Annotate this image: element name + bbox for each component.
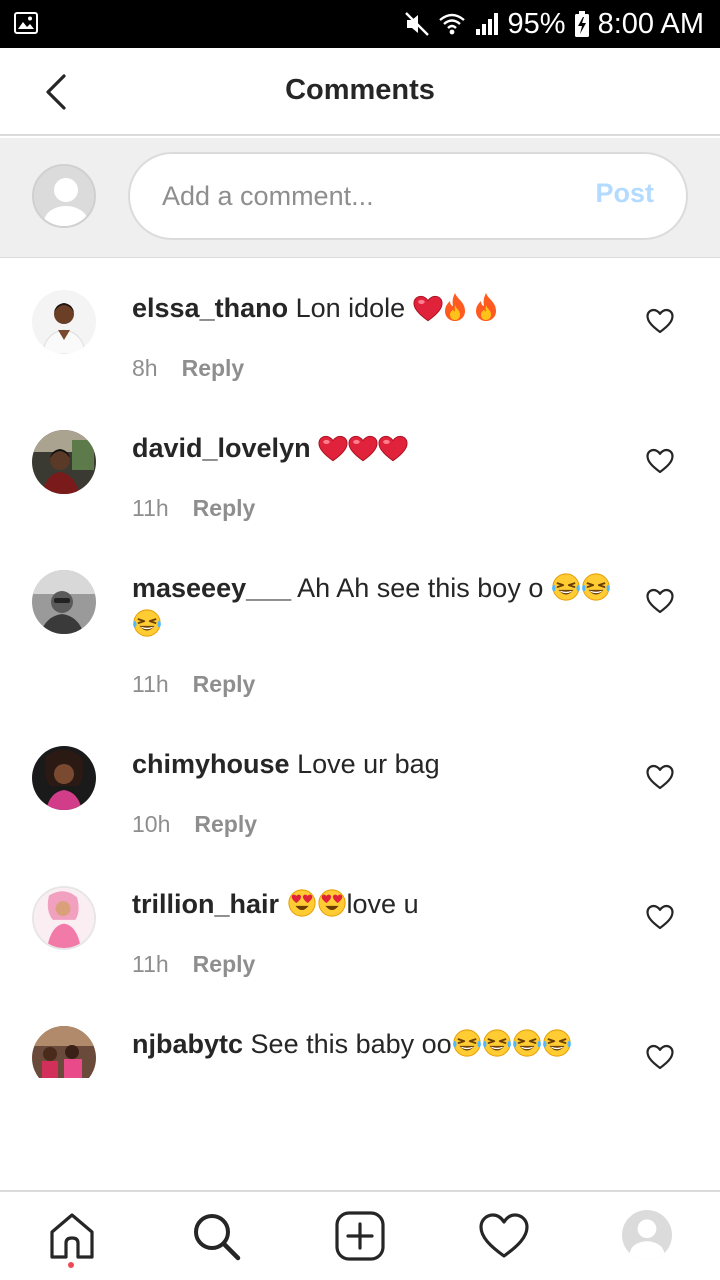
clock: 8:00 AM — [597, 7, 704, 40]
comment-time: 11h — [132, 951, 169, 977]
header-bar: Comments — [0, 48, 720, 136]
heart-eyes-emoji — [317, 888, 347, 918]
signal-icon — [475, 13, 498, 35]
comment-message: Lon idole — [295, 293, 406, 323]
comment-item: njbabytc See this baby oo — [0, 996, 720, 1078]
comment-meta: 11h Reply — [132, 495, 255, 522]
gallery-notification-icon — [14, 12, 38, 34]
heart-emoji — [413, 295, 443, 322]
comment-time: 10h — [132, 811, 171, 837]
heart-emoji — [378, 435, 408, 462]
comment-username[interactable]: njbabytc — [132, 1029, 243, 1059]
activity-heart-icon[interactable] — [478, 1210, 530, 1262]
reply-button[interactable]: Reply — [193, 671, 256, 698]
comment-meta: 8h Reply — [132, 355, 244, 382]
fire-emoji — [443, 292, 467, 322]
comment-username[interactable]: chimyhouse — [132, 749, 290, 779]
my-avatar — [32, 164, 96, 228]
avatar[interactable] — [32, 430, 96, 494]
tears-of-joy-emoji — [452, 1028, 482, 1058]
add-post-icon[interactable] — [334, 1210, 386, 1262]
comment-text: maseeey___ Ah Ah see this boy o — [132, 570, 622, 642]
avatar[interactable] — [32, 570, 96, 634]
page-title: Comments — [285, 74, 435, 106]
tears-of-joy-emoji — [482, 1028, 512, 1058]
comment-composer: Post — [0, 138, 720, 258]
comment-username[interactable]: david_lovelyn — [132, 433, 311, 463]
tears-of-joy-emoji — [581, 572, 611, 602]
heart-emoji — [318, 435, 348, 462]
comment-input[interactable] — [162, 174, 562, 218]
comment-box: Post — [128, 152, 688, 240]
battery-percent: 95% — [507, 7, 566, 40]
comment-meta: 10h Reply — [132, 811, 257, 838]
comment-text: elssa_thano Lon idole — [132, 290, 622, 326]
comment-username[interactable]: elssa_thano — [132, 293, 288, 323]
profile-avatar[interactable] — [622, 1210, 672, 1260]
comment-text: david_lovelyn — [132, 430, 622, 466]
reply-button[interactable]: Reply — [193, 951, 256, 978]
comment-time: 11h — [132, 671, 169, 697]
reply-button[interactable]: Reply — [193, 495, 256, 522]
like-heart-icon[interactable] — [646, 1044, 674, 1070]
tears-of-joy-emoji — [132, 608, 162, 638]
battery-charging-icon — [574, 11, 589, 37]
search-icon[interactable] — [190, 1210, 242, 1262]
heart-emoji — [348, 435, 378, 462]
status-bar: 95% 8:00 AM — [0, 0, 720, 48]
like-heart-icon[interactable] — [646, 448, 674, 474]
default-avatar-icon — [44, 178, 88, 226]
like-heart-icon[interactable] — [646, 588, 674, 614]
comment-message: See this baby oo — [250, 1029, 452, 1059]
reply-button[interactable]: Reply — [194, 811, 257, 838]
comment-time: 11h — [132, 495, 169, 521]
comment-text: trillion_hair love u — [132, 886, 622, 922]
fire-emoji — [474, 292, 498, 322]
tears-of-joy-emoji — [512, 1028, 542, 1058]
home-active-dot — [68, 1262, 74, 1268]
like-heart-icon[interactable] — [646, 308, 674, 334]
comment-time: 8h — [132, 355, 158, 381]
reply-button[interactable]: Reply — [182, 355, 245, 382]
avatar[interactable] — [32, 1026, 96, 1078]
like-heart-icon[interactable] — [646, 764, 674, 790]
comment-text: njbabytc See this baby oo — [132, 1026, 622, 1062]
comment-username[interactable]: trillion_hair — [132, 889, 279, 919]
wifi-icon — [438, 13, 465, 35]
comment-meta: 11h Reply — [132, 951, 255, 978]
comment-message: love u — [346, 889, 419, 919]
tears-of-joy-emoji — [551, 572, 581, 602]
avatar[interactable] — [32, 746, 96, 810]
comment-message: Ah Ah see this boy o — [297, 573, 544, 603]
post-button[interactable]: Post — [595, 178, 654, 209]
like-heart-icon[interactable] — [646, 904, 674, 930]
comment-text: chimyhouse Love ur bag — [132, 746, 622, 782]
avatar[interactable] — [32, 886, 96, 950]
mute-icon — [404, 12, 429, 36]
tears-of-joy-emoji — [542, 1028, 572, 1058]
comment-message: Love ur bag — [297, 749, 440, 779]
bottom-nav — [0, 1190, 720, 1280]
comment-meta: 11h Reply — [132, 671, 255, 698]
avatar[interactable] — [32, 290, 96, 354]
heart-eyes-emoji — [287, 888, 317, 918]
home-icon[interactable] — [46, 1210, 98, 1262]
comment-username[interactable]: maseeey___ — [132, 573, 291, 603]
default-avatar-icon — [629, 1219, 665, 1260]
